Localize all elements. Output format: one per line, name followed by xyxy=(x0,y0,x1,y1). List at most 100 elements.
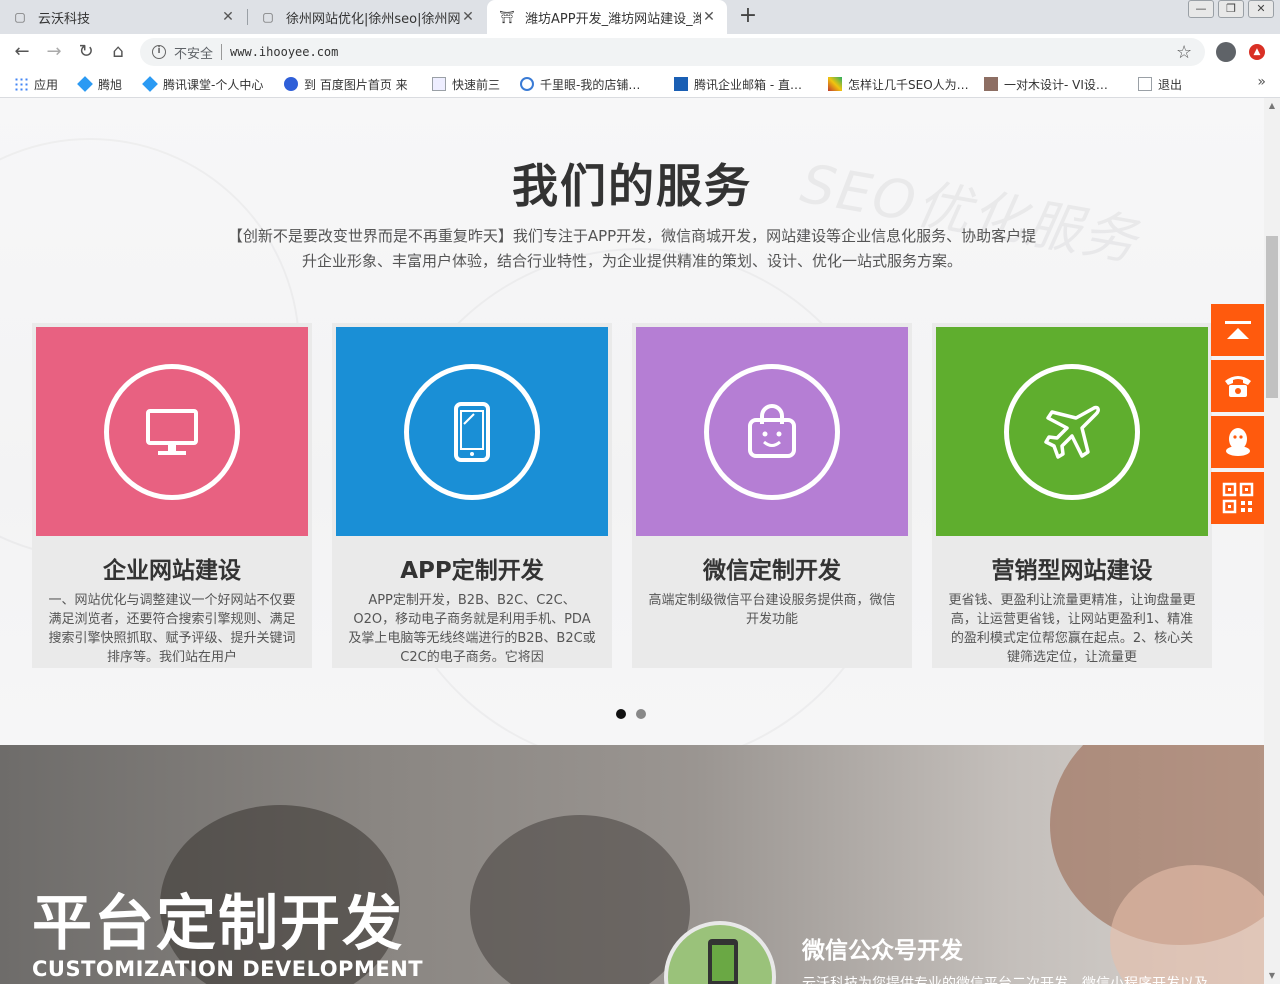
close-icon[interactable]: ✕ xyxy=(220,9,236,25)
back-to-top-button[interactable] xyxy=(1211,304,1264,356)
card-title: 微信定制开发 xyxy=(703,558,841,584)
service-card-app[interactable]: APP定制开发 APP定制开发，B2B、B2C、C2C、O2O，移动电子商务就是… xyxy=(332,323,612,668)
minimize-button[interactable]: — xyxy=(1188,0,1214,18)
service-card-website[interactable]: 企业网站建设 一、网站优化与调整建议一个好网站不仅要满足浏览者，还要符合搜索引擎… xyxy=(32,323,312,668)
close-icon[interactable]: ✕ xyxy=(460,9,476,25)
bookmark-label: 腾讯课堂-个人中心 xyxy=(163,77,264,92)
service-card-marketing[interactable]: 营销型网站建设 更省钱、更盈利让流量更精准，让询盘量更高，让运营更省钱，让网站更… xyxy=(932,323,1212,668)
security-label: 不安全 xyxy=(174,46,214,62)
bookmark-label: 腾旭 xyxy=(98,77,123,92)
document-icon xyxy=(1138,77,1152,91)
bookmark-tencent-classroom[interactable]: 腾讯课堂-个人中心 xyxy=(142,75,264,93)
qq-icon xyxy=(1225,428,1250,456)
phone-icon xyxy=(454,401,490,462)
qq-contact-button[interactable] xyxy=(1211,416,1264,468)
icon-ring xyxy=(404,363,540,500)
bookmark-label: 应用 xyxy=(34,77,59,92)
carousel-dot-2[interactable] xyxy=(636,709,646,719)
section-title: 我们的服务 xyxy=(512,159,752,213)
bookmarks-bar: 应用 腾旭 腾讯课堂-个人中心 到 百度图片首页 来 快速前三 千里眼-我的店铺… xyxy=(0,70,1280,98)
home-icon[interactable]: ⌂ xyxy=(106,40,130,64)
site-favicon-icon: ⛩ xyxy=(499,10,515,24)
carousel-pagination xyxy=(616,709,656,719)
tab-title: 徐州网站优化|徐州seo|徐州网站 xyxy=(286,11,460,27)
diamond-icon xyxy=(142,76,158,92)
bookmarks-overflow-button[interactable]: » xyxy=(1257,74,1266,90)
close-icon[interactable]: ✕ xyxy=(701,9,717,25)
bookmark-label: 到 百度图片首页 来 xyxy=(304,77,408,92)
bookmark-star-icon[interactable]: ☆ xyxy=(1176,42,1192,63)
profile-avatar-icon[interactable] xyxy=(1216,42,1236,62)
card-title: 营销型网站建设 xyxy=(991,558,1153,584)
tab-weifang-app[interactable]: ⛩ 潍坊APP开发_潍坊网站建设_潍坊 ✕ xyxy=(487,0,727,34)
airplane-icon xyxy=(1044,405,1100,459)
service-card-wechat[interactable]: 微信定制开发 高端定制级微信平台建设服务提供商，微信开发功能 xyxy=(632,323,912,668)
bookmark-label: 一对木设计- VI设… xyxy=(1004,77,1108,92)
card-text: 高端定制级微信平台建设服务提供商，微信开发功能 xyxy=(648,593,896,627)
bookmark-baidu-images[interactable]: 到 百度图片首页 来 xyxy=(284,75,408,93)
card-title: APP定制开发 xyxy=(400,558,544,584)
mail-icon xyxy=(674,77,688,91)
page-icon: ▢ xyxy=(262,10,274,24)
clock-icon xyxy=(520,77,534,91)
web-page: SEO优化服务 我们的服务 【创新不是要改变世界而是不再重复昨天】我们专注于AP… xyxy=(0,98,1264,984)
bookmark-tengxu[interactable]: 腾旭 xyxy=(77,75,123,93)
browser-tab-bar: ▢ 云沃科技 ✕ ▢ 徐州网站优化|徐州seo|徐州网站 ✕ ⛩ 潍坊APP开发… xyxy=(0,0,1280,34)
banner-photo-shape xyxy=(470,815,690,984)
restore-button[interactable]: ❐ xyxy=(1218,0,1244,18)
close-window-button[interactable]: ✕ xyxy=(1248,0,1274,18)
bookmark-kuaisu[interactable]: 快速前三 xyxy=(432,75,500,93)
bookmark-tencent-mail[interactable]: 腾讯企业邮箱 - 直… xyxy=(674,75,802,93)
card-text: 一、网站优化与调整建议一个好网站不仅要满足浏览者，还要符合搜索引擎规则、满足搜索… xyxy=(48,593,296,665)
omnibox[interactable]: i 不安全 www.ihooyee.com xyxy=(140,38,1205,66)
card-title: 企业网站建设 xyxy=(103,558,241,584)
tab-title: 潍坊APP开发_潍坊网站建设_潍坊 xyxy=(525,11,701,27)
forward-arrow-icon[interactable]: → xyxy=(42,40,66,64)
floating-toolbar xyxy=(1211,304,1264,528)
scroll-down-arrow-icon[interactable]: ▼ xyxy=(1264,968,1280,984)
telephone-icon xyxy=(1224,376,1251,397)
omnibox-divider xyxy=(221,44,223,60)
qrcode-button[interactable] xyxy=(1211,472,1264,524)
bookmark-qianliyan[interactable]: 千里眼-我的店铺… xyxy=(520,75,640,93)
page-scrollbar[interactable]: ▲ ▼ xyxy=(1264,98,1280,984)
tab-title: 云沃科技 xyxy=(38,11,91,27)
brand-icon xyxy=(984,77,998,91)
bookmark-seo[interactable]: 怎样让几千SEO人为… xyxy=(828,75,969,93)
tab-xuzhou-seo[interactable]: ▢ 徐州网站优化|徐州seo|徐州网站 ✕ xyxy=(248,0,486,34)
card-banner xyxy=(636,327,908,536)
url-text[interactable]: www.ihooyee.com xyxy=(230,45,338,59)
bookmark-logout[interactable]: 退出 xyxy=(1138,75,1182,93)
baidu-paw-icon xyxy=(284,77,298,91)
card-banner xyxy=(36,327,308,536)
card-banner xyxy=(936,327,1208,536)
bookmark-apps[interactable]: 应用 xyxy=(14,75,58,93)
back-arrow-icon[interactable]: ← xyxy=(10,40,34,64)
bookmark-label: 快速前三 xyxy=(452,77,501,92)
address-bar: ← → ↻ ⌂ i 不安全 www.ihooyee.com ☆ ▲ xyxy=(0,34,1280,70)
bookmark-yiduimu[interactable]: 一对木设计- VI设… xyxy=(984,75,1108,93)
icon-ring xyxy=(104,363,240,500)
bookmark-label: 怎样让几千SEO人为… xyxy=(848,77,969,92)
new-tab-button[interactable]: + xyxy=(736,5,760,29)
platform-banner: 平台定制开发 CUSTOMIZATION DEVELOPMENT 微信公众号开发… xyxy=(0,745,1264,984)
wechat-heading: 微信公众号开发 xyxy=(802,938,963,964)
extension-icon[interactable]: ▲ xyxy=(1249,44,1265,60)
icon-ring xyxy=(1004,363,1140,500)
tab-yunwo[interactable]: ▢ 云沃科技 ✕ xyxy=(0,0,246,34)
back-to-top-icon xyxy=(1224,321,1251,339)
reload-icon[interactable]: ↻ xyxy=(74,40,98,64)
section-description: 【创新不是要改变世界而是不再重复昨天】我们专注于APP开发，微信商城开发，网站建… xyxy=(227,227,1037,270)
icon-ring xyxy=(704,363,840,500)
scrollbar-thumb[interactable] xyxy=(1266,236,1278,398)
phone-icon xyxy=(708,939,738,984)
window-controls: — ❐ ✕ xyxy=(1184,0,1274,18)
colorful-grid-icon xyxy=(828,77,842,91)
banner-title: 平台定制开发 xyxy=(32,889,404,959)
scroll-up-arrow-icon[interactable]: ▲ xyxy=(1264,98,1280,114)
qrcode-icon xyxy=(1222,482,1253,514)
carousel-dot-1[interactable] xyxy=(616,709,626,719)
monitor-icon xyxy=(146,408,198,455)
phone-contact-button[interactable] xyxy=(1211,360,1264,412)
info-icon[interactable]: i xyxy=(152,45,166,59)
